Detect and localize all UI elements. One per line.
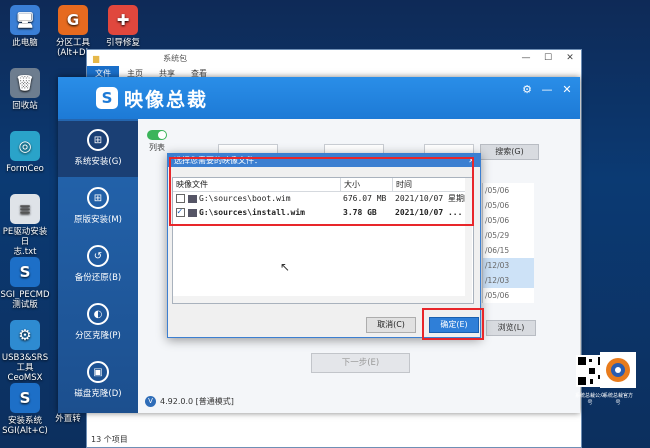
- list-item[interactable]: /05/06: [483, 198, 534, 213]
- list-toggle-label: 列表: [149, 143, 165, 152]
- sidebar-item-original-install[interactable]: ⊞ 原版安装(M): [58, 179, 138, 235]
- list-item[interactable]: /12/03: [483, 258, 534, 273]
- sgi-icon: S: [10, 383, 40, 413]
- version-icon: V: [145, 396, 156, 407]
- settings-icon[interactable]: ⚙: [520, 83, 534, 96]
- maximize-icon[interactable]: ☐: [537, 53, 559, 63]
- sgi-icon: S: [10, 257, 40, 287]
- app-logo-icon: S: [96, 87, 118, 109]
- list-item[interactable]: /05/29: [483, 228, 534, 243]
- list-toggle[interactable]: [147, 130, 167, 140]
- windows-icon: ⊞: [87, 187, 109, 209]
- qr-label-right: 系统总裁官方号: [602, 393, 633, 406]
- explorer-title: 系统包: [163, 53, 188, 63]
- sidebar-item-label: 分区克隆(P): [75, 331, 121, 341]
- windows-icon: ⊞: [87, 129, 109, 151]
- disk-clone-icon: ▣: [87, 361, 109, 383]
- repair-icon: ✚: [108, 5, 138, 35]
- sidebar-item-disk-clone[interactable]: ▣ 磁盘克隆(D): [58, 353, 138, 409]
- close-icon[interactable]: ✕: [559, 53, 581, 63]
- list-item[interactable]: /05/06: [483, 288, 534, 303]
- app-header: S 映像总裁 ⚙ — ✕: [58, 77, 580, 119]
- version-text: 4.92.0.0 [普通模式]: [160, 397, 234, 406]
- list-item[interactable]: /05/06: [483, 183, 534, 198]
- explorer-titlebar: ▆ 系统包 — ☐ ✕: [87, 50, 581, 66]
- highlight-box-ok-button: [422, 308, 484, 340]
- list-item[interactable]: /05/06: [483, 213, 534, 228]
- desktop-icon-usb-srs[interactable]: ⚙ USB3&SRS 工具CeoMSX: [0, 320, 50, 383]
- horizontal-scrollbar[interactable]: [173, 296, 466, 303]
- sidebar-item-partition-clone[interactable]: ◐ 分区克隆(P): [58, 295, 138, 351]
- desktop-icon-label: 引导修复: [105, 38, 140, 48]
- desktop-icon-this-pc[interactable]: 🖥 此电脑: [0, 5, 50, 48]
- mouse-cursor-icon: ↖: [280, 260, 291, 274]
- app-title: 映像总裁: [124, 88, 209, 111]
- browse-button[interactable]: 浏览(L): [486, 320, 536, 336]
- desktop-icon-label: 回收站: [12, 101, 38, 111]
- sidebar-item-system-install[interactable]: ⊞ 系统安装(G): [58, 121, 138, 177]
- search-button[interactable]: 搜索(G): [480, 144, 539, 160]
- desktop-icon-formceo[interactable]: ◎ FormCeo: [0, 131, 50, 174]
- sidebar-item-backup-restore[interactable]: ↺ 备份还原(B): [58, 237, 138, 293]
- background-date-list: /05/06 /05/06 /05/06 /05/29 /06/15 /12/0…: [482, 183, 534, 303]
- desktop-icon-recycle-bin[interactable]: 🗑 回收站: [0, 68, 50, 111]
- version-info: V 4.92.0.0 [普通模式]: [145, 396, 234, 407]
- desktop-icon-pe-log[interactable]: ≡ PE驱动安装日 志.txt: [0, 194, 50, 257]
- sidebar-item-label: 系统安装(G): [74, 157, 122, 167]
- desktop-icon-partial[interactable]: 外置转: [50, 414, 86, 424]
- recycle-bin-icon: 🗑: [10, 68, 40, 98]
- desktop-icon-label: 此电脑: [12, 38, 38, 48]
- partition-clone-icon: ◐: [87, 303, 109, 325]
- minimize-icon[interactable]: —: [540, 83, 554, 96]
- restore-icon: ↺: [87, 245, 109, 267]
- explorer-status: 13 个项目: [91, 435, 128, 444]
- close-icon[interactable]: ✕: [560, 83, 574, 96]
- cancel-button[interactable]: 取消(C): [366, 317, 416, 333]
- next-step-button[interactable]: 下一步(E): [311, 353, 410, 373]
- desktop-icon-label: FormCeo: [6, 164, 44, 174]
- sidebar-item-label: 备份还原(B): [74, 273, 122, 283]
- partition-icon: G: [58, 5, 88, 35]
- desktop-icon-install-sgi[interactable]: S 安装系统 SGI(Alt+C): [0, 383, 50, 436]
- sidebar: ⊞ 系统安装(G) ⊞ 原版安装(M) ↺ 备份还原(B) ◐ 分区克隆(P) …: [58, 119, 138, 413]
- sidebar-item-label: 原版安装(M): [74, 215, 122, 225]
- desktop-icon-label: 外置转: [55, 414, 81, 424]
- formceo-icon: ◎: [10, 131, 40, 161]
- computer-icon: 🖥: [10, 5, 40, 35]
- highlight-box-file-list: [169, 157, 474, 226]
- desktop-icon-boot-repair[interactable]: ✚ 引导修复: [98, 5, 148, 48]
- folder-icon: ▆: [93, 53, 100, 63]
- qr-code-right: [600, 352, 636, 388]
- desktop-icon-label: USB3&SRS 工具CeoMSX: [1, 353, 49, 383]
- desktop-icon-label: 安装系统 SGI(Alt+C): [2, 416, 48, 436]
- desktop-icon-label: SGI_PECMD 测试版: [0, 290, 50, 310]
- gear-icon: ⚙: [10, 320, 40, 350]
- text-file-icon: ≡: [10, 194, 40, 224]
- desktop-icon-label: PE驱动安装日 志.txt: [2, 227, 48, 257]
- desktop-icon-sgi-pecmd[interactable]: S SGI_PECMD 测试版: [0, 257, 50, 310]
- qr-logo-icon: [606, 358, 630, 382]
- sidebar-item-label: 磁盘克隆(D): [74, 389, 122, 399]
- minimize-icon[interactable]: —: [515, 53, 537, 63]
- list-item[interactable]: /12/03: [483, 273, 534, 288]
- list-item[interactable]: /06/15: [483, 243, 534, 258]
